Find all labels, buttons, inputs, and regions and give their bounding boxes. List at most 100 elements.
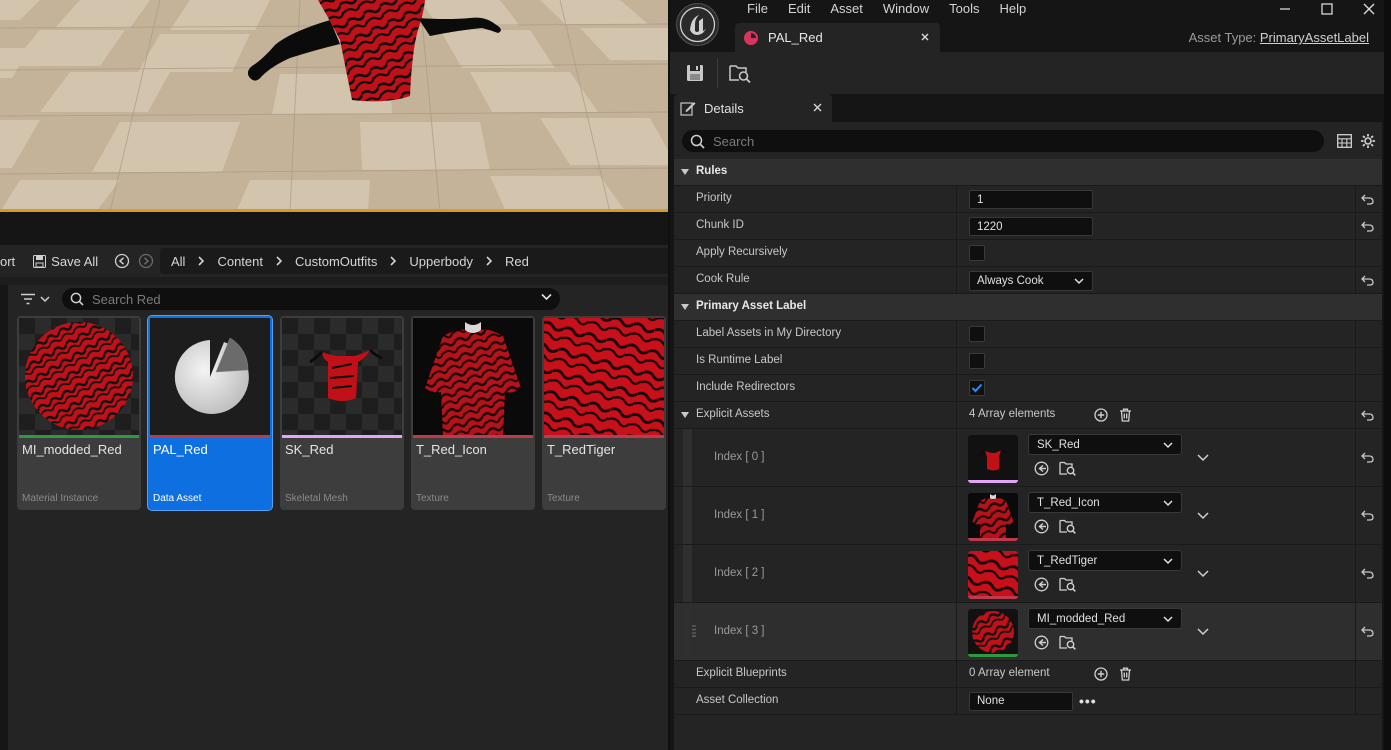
asset-type-link[interactable]: PrimaryAssetLabel bbox=[1260, 30, 1369, 45]
details-search-box[interactable] bbox=[682, 130, 1324, 152]
breadcrumb-all[interactable]: All bbox=[171, 254, 185, 269]
collapse-arrow-icon[interactable] bbox=[680, 411, 690, 419]
reset-to-default-icon[interactable] bbox=[1361, 452, 1374, 463]
property-label: Is Runtime Label bbox=[696, 354, 783, 366]
asset-tile-mi-modded-red[interactable]: MI_modded_Red Material Instance bbox=[17, 316, 141, 510]
asset-picker-dropdown[interactable]: MI_modded_Red bbox=[1028, 608, 1182, 629]
browse-to-asset-icon[interactable] bbox=[1059, 518, 1076, 534]
reset-to-default-icon[interactable] bbox=[1361, 221, 1374, 232]
apply-recursively-checkbox[interactable] bbox=[969, 245, 985, 261]
browse-to-asset-icon[interactable] bbox=[729, 63, 751, 83]
chevron-down-icon[interactable] bbox=[1197, 570, 1209, 578]
use-selected-asset-icon[interactable] bbox=[1034, 635, 1049, 650]
trash-icon[interactable] bbox=[1119, 667, 1132, 681]
level-viewport[interactable] bbox=[0, 0, 668, 212]
menu-tools[interactable]: Tools bbox=[939, 1, 989, 17]
asset-tile-pal-red[interactable]: PAL_Red Data Asset bbox=[147, 315, 273, 511]
asset-thumbnail[interactable] bbox=[968, 493, 1018, 541]
menu-window[interactable]: Window bbox=[873, 1, 939, 17]
menu-asset[interactable]: Asset bbox=[820, 1, 873, 17]
import-button-label[interactable]: ort bbox=[0, 254, 15, 269]
close-tab-icon[interactable] bbox=[919, 31, 931, 43]
viewport-scene bbox=[0, 0, 668, 212]
menu-help[interactable]: Help bbox=[989, 1, 1036, 17]
unreal-logo-icon[interactable] bbox=[676, 3, 719, 46]
asset-thumbnail[interactable] bbox=[968, 609, 1018, 657]
filter-button[interactable] bbox=[20, 291, 54, 307]
category-label: Primary Asset Label bbox=[696, 300, 807, 312]
breadcrumb-chevron-icon[interactable] bbox=[197, 256, 205, 266]
asset-picker-dropdown[interactable]: SK_Red bbox=[1028, 434, 1182, 455]
drag-handle-icon[interactable] bbox=[692, 625, 696, 637]
minimize-icon[interactable] bbox=[1277, 1, 1293, 17]
breadcrumb-chevron-icon[interactable] bbox=[389, 256, 397, 266]
asset-picker-value: T_RedTiger bbox=[1037, 555, 1098, 567]
add-element-icon[interactable] bbox=[1094, 667, 1108, 681]
save-icon[interactable] bbox=[686, 64, 704, 82]
maximize-icon[interactable] bbox=[1319, 1, 1335, 17]
use-selected-asset-icon[interactable] bbox=[1034, 577, 1049, 592]
asset-picker-dropdown[interactable]: T_RedTiger bbox=[1028, 550, 1182, 571]
chevron-down-icon[interactable] bbox=[1197, 454, 1209, 462]
content-browser-toolbar: ort Save All All Content CustomOutfits U… bbox=[0, 245, 668, 277]
menu-file[interactable]: File bbox=[737, 1, 778, 17]
priority-input[interactable] bbox=[969, 190, 1093, 209]
asset-search-box[interactable] bbox=[62, 288, 560, 310]
breadcrumb-chevron-icon[interactable] bbox=[275, 256, 283, 266]
chevron-down-icon[interactable] bbox=[1197, 628, 1209, 636]
asset-thumbnail bbox=[544, 318, 664, 436]
category-rules[interactable]: Rules bbox=[674, 159, 1382, 186]
breadcrumb-upperbody[interactable]: Upperbody bbox=[409, 254, 473, 269]
details-panel: Rules Priority Chunk ID Apply Recursivel… bbox=[674, 122, 1382, 750]
reset-to-default-icon[interactable] bbox=[1361, 410, 1374, 421]
asset-thumbnail[interactable] bbox=[968, 435, 1018, 483]
asset-type: Data Asset bbox=[153, 493, 202, 504]
asset-picker-dropdown[interactable]: T_Red_Icon bbox=[1028, 492, 1182, 513]
close-window-icon[interactable] bbox=[1361, 1, 1377, 17]
breadcrumb-chevron-icon[interactable] bbox=[485, 256, 493, 266]
use-selected-asset-icon[interactable] bbox=[1034, 461, 1049, 476]
include-redirectors-checkbox[interactable] bbox=[969, 380, 985, 396]
category-primary-asset-label[interactable]: Primary Asset Label bbox=[674, 294, 1382, 321]
breadcrumb-red[interactable]: Red bbox=[505, 254, 529, 269]
asset-thumbnail[interactable] bbox=[968, 551, 1018, 599]
browse-to-asset-icon[interactable] bbox=[1059, 460, 1076, 476]
more-options-icon[interactable]: ••• bbox=[1079, 693, 1097, 709]
asset-editor-tab[interactable]: PAL_Red bbox=[735, 23, 940, 52]
label-assets-checkbox[interactable] bbox=[969, 326, 985, 342]
browse-to-asset-icon[interactable] bbox=[1059, 576, 1076, 592]
reset-to-default-icon[interactable] bbox=[1361, 510, 1374, 521]
menu-edit[interactable]: Edit bbox=[778, 1, 820, 17]
cook-rule-dropdown[interactable]: Always Cook bbox=[969, 271, 1093, 291]
reset-to-default-icon[interactable] bbox=[1361, 275, 1374, 286]
browse-to-asset-icon[interactable] bbox=[1059, 634, 1076, 650]
chevron-down-icon[interactable] bbox=[1197, 512, 1209, 520]
reset-column-divider bbox=[1355, 603, 1356, 660]
details-search-input[interactable] bbox=[713, 133, 1313, 149]
save-all-button[interactable]: Save All bbox=[33, 254, 98, 269]
reset-to-default-icon[interactable] bbox=[1361, 194, 1374, 205]
is-runtime-label-checkbox[interactable] bbox=[969, 353, 985, 369]
reset-to-default-icon[interactable] bbox=[1361, 626, 1374, 637]
details-tab[interactable]: Details bbox=[674, 94, 832, 122]
asset-tile-t-redtiger[interactable]: T_RedTiger Texture bbox=[542, 316, 666, 510]
trash-icon[interactable] bbox=[1119, 408, 1132, 422]
asset-tile-sk-red[interactable]: SK_Red Skeletal Mesh bbox=[280, 316, 404, 510]
history-forward-icon[interactable] bbox=[138, 253, 154, 269]
add-element-icon[interactable] bbox=[1094, 408, 1108, 422]
property-label: Include Redirectors bbox=[696, 381, 796, 393]
asset-search-input[interactable] bbox=[92, 291, 532, 307]
material-sphere-icon bbox=[972, 611, 1014, 653]
property-matrix-icon[interactable] bbox=[1337, 134, 1352, 148]
reset-to-default-icon[interactable] bbox=[1361, 568, 1374, 579]
chunk-id-input[interactable] bbox=[969, 217, 1093, 236]
gear-icon[interactable] bbox=[1360, 133, 1376, 149]
asset-collection-field[interactable]: None bbox=[969, 692, 1073, 711]
breadcrumb-content[interactable]: Content bbox=[217, 254, 263, 269]
asset-tile-t-red-icon[interactable]: T_Red_Icon Texture bbox=[411, 316, 535, 510]
search-options-chevron-icon[interactable] bbox=[541, 293, 552, 301]
use-selected-asset-icon[interactable] bbox=[1034, 519, 1049, 534]
close-details-icon[interactable] bbox=[812, 102, 823, 113]
history-back-icon[interactable] bbox=[114, 253, 130, 269]
breadcrumb-customoutfits[interactable]: CustomOutfits bbox=[295, 254, 377, 269]
